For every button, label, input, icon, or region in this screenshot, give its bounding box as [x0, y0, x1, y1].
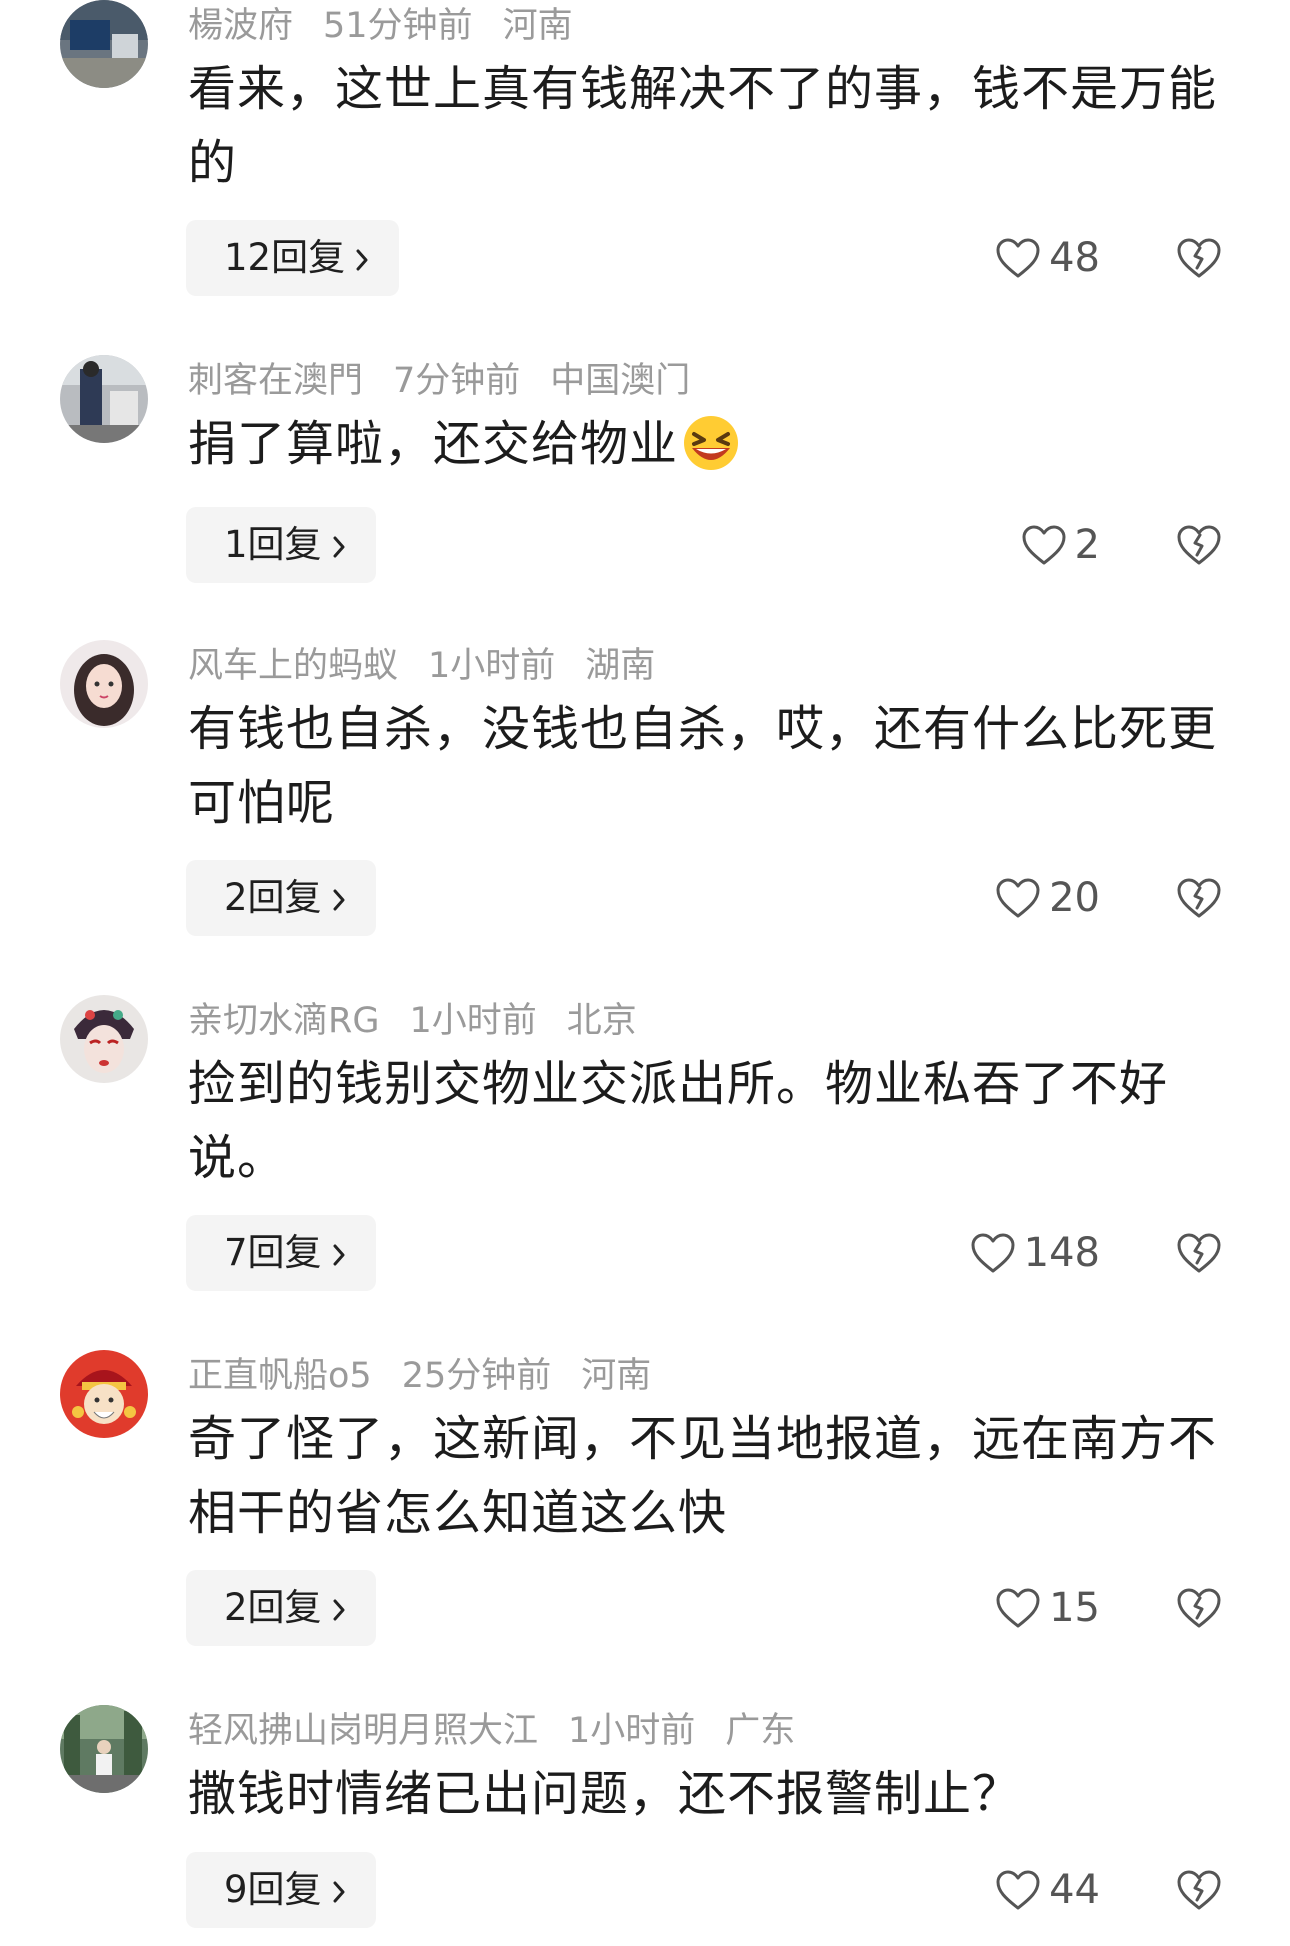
username[interactable]: 轻风拂山岗明月照大江 [188, 1711, 538, 1751]
comment-meta: 亲切水滴RG 1小时前 北京 [188, 999, 667, 1043]
chevron-right-icon [333, 536, 345, 558]
chevron-right-icon [356, 249, 368, 271]
avatar[interactable] [60, 995, 148, 1083]
heart-outline-icon [971, 1233, 1015, 1273]
comment-text: 捡到的钱别交物业交派出所。物业私吞了不好说。 [188, 1056, 1169, 1186]
like-count: 20 [1049, 875, 1100, 921]
replies-button[interactable]: 2回复 [186, 1570, 376, 1646]
username[interactable]: 刺客在澳門 [188, 361, 363, 401]
like-button[interactable]: 44 [995, 1852, 1100, 1928]
heart-outline-icon [1022, 525, 1066, 565]
broken-heart-icon[interactable] [1176, 1586, 1222, 1630]
comment-text: 奇了怪了，这新闻，不见当地报道，远在南方不相干的省怎么知道这么快 [188, 1411, 1218, 1541]
replies-button[interactable]: 7回复 [186, 1215, 376, 1291]
replies-count: 12回复 [224, 236, 346, 279]
avatar[interactable] [60, 1350, 148, 1438]
like-count: 44 [1049, 1867, 1100, 1913]
broken-heart-icon[interactable] [1176, 876, 1222, 920]
time: 1小时前 [428, 646, 556, 686]
like-button[interactable]: 20 [995, 860, 1100, 936]
avatar[interactable] [60, 0, 148, 88]
comment-text: 看来，这世上真有钱解决不了的事，钱不是万能的 [188, 61, 1218, 191]
location: 河南 [502, 6, 573, 46]
replies-count: 7回复 [224, 1231, 322, 1274]
replies-button[interactable]: 2回复 [186, 860, 376, 936]
laughing-emoji [684, 416, 739, 470]
comment-meta: 楊波府 51分钟前 河南 [188, 4, 603, 48]
like-button[interactable]: 148 [970, 1215, 1100, 1291]
avatar[interactable] [60, 640, 148, 728]
username[interactable]: 风车上的蚂蚁 [188, 646, 398, 686]
like-button[interactable]: 15 [995, 1570, 1100, 1646]
like-count: 48 [1049, 235, 1100, 281]
replies-button[interactable]: 1回复 [186, 507, 376, 583]
replies-button[interactable]: 9回复 [186, 1852, 376, 1928]
comment-meta: 风车上的蚂蚁 1小时前 湖南 [188, 644, 685, 688]
comment-text: 捐了算啦，还交给物业 [188, 407, 1218, 481]
location: 湖南 [585, 646, 656, 686]
location: 广东 [725, 1711, 796, 1751]
heart-outline-icon [996, 878, 1040, 918]
like-button[interactable]: 2 [1021, 507, 1100, 583]
time: 1小时前 [409, 1001, 537, 1041]
comment-meta: 刺客在澳門 7分钟前 中国澳门 [188, 359, 720, 403]
broken-heart-icon[interactable] [1176, 523, 1222, 567]
broken-heart-icon[interactable] [1176, 236, 1222, 280]
time: 7分钟前 [393, 361, 521, 401]
avatar[interactable] [60, 355, 148, 443]
comment-text: 有钱也自杀，没钱也自杀，哎，还有什么比死更可怕呢 [188, 701, 1218, 831]
chevron-right-icon [333, 1244, 345, 1266]
chevron-right-icon [333, 889, 345, 911]
like-count: 2 [1074, 522, 1100, 568]
like-count: 15 [1049, 1585, 1100, 1631]
replies-button[interactable]: 12回复 [186, 220, 400, 296]
like-count: 148 [1023, 1230, 1100, 1276]
comment-text: 撒钱时情绪已出问题，还不报警制止？ [188, 1766, 1022, 1822]
avatar[interactable] [60, 1705, 148, 1793]
time: 1小时前 [568, 1711, 696, 1751]
comment-meta: 正直帆船o5 25分钟前 河南 [188, 1354, 681, 1398]
broken-heart-icon[interactable] [1176, 1868, 1222, 1912]
username[interactable]: 亲切水滴RG [188, 1001, 379, 1041]
time: 25分钟前 [401, 1356, 552, 1396]
replies-count: 1回复 [224, 523, 322, 566]
heart-outline-icon [996, 1870, 1040, 1910]
chevron-right-icon [333, 1599, 345, 1621]
chevron-right-icon [333, 1881, 345, 1903]
username[interactable]: 正直帆船o5 [188, 1356, 372, 1396]
location: 中国澳门 [550, 361, 691, 401]
location: 北京 [566, 1001, 637, 1041]
comment-meta: 轻风拂山岗明月照大江 1小时前 广东 [188, 1709, 825, 1753]
comment-text-body: 捐了算啦，还交给物业 [188, 416, 679, 472]
heart-outline-icon [996, 238, 1040, 278]
replies-count: 2回复 [224, 876, 322, 919]
broken-heart-icon[interactable] [1176, 1231, 1222, 1275]
heart-outline-icon [996, 1588, 1040, 1628]
username[interactable]: 楊波府 [188, 6, 293, 46]
replies-count: 2回复 [224, 1586, 322, 1629]
location: 河南 [581, 1356, 652, 1396]
replies-count: 9回复 [224, 1868, 322, 1911]
time: 51分钟前 [323, 6, 473, 46]
like-button[interactable]: 48 [995, 220, 1100, 296]
